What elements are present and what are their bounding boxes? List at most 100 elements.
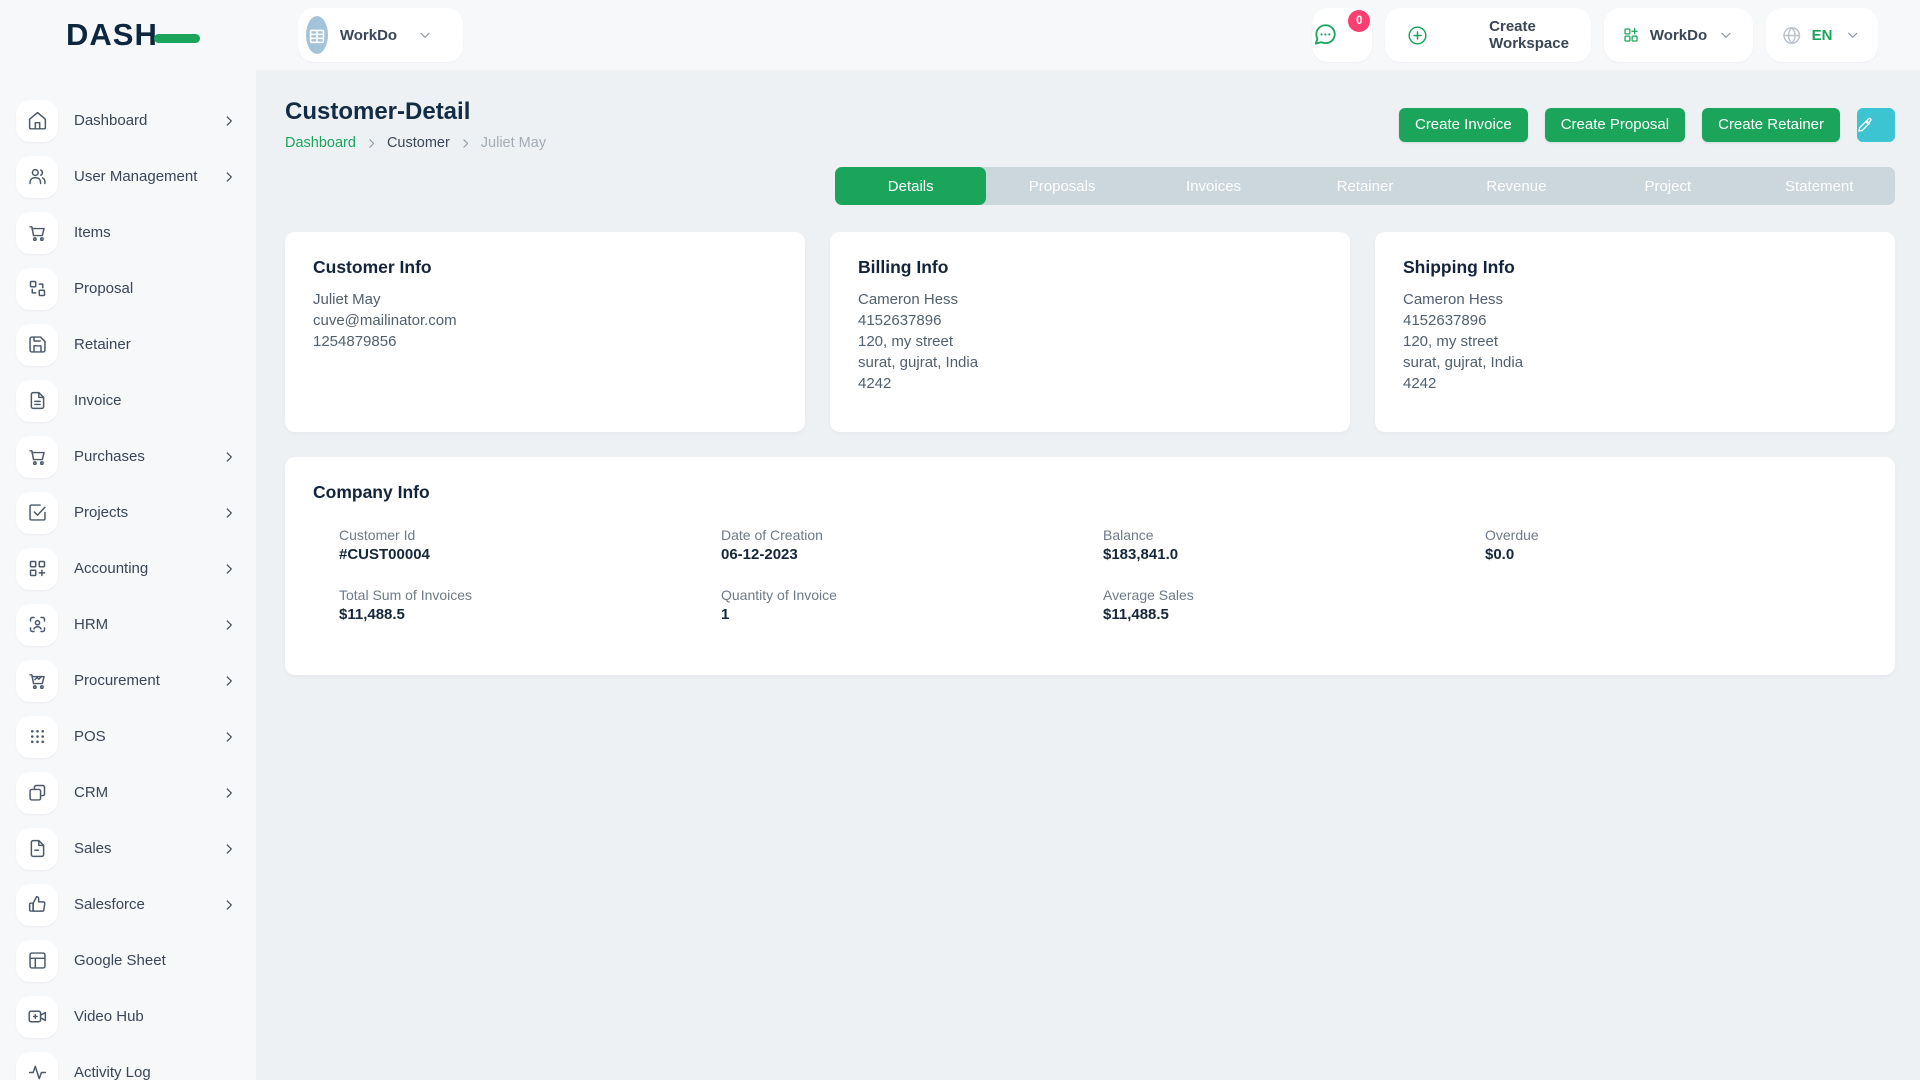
field-value: $183,841.0 <box>1103 546 1485 563</box>
sidebar: Dashboard User Management Items Proposal Ret… <box>0 70 256 1080</box>
tab-revenue[interactable]: Revenue <box>1441 167 1592 205</box>
sidebar-item-label: Invoice <box>74 392 122 409</box>
sidebar-item-label: Purchases <box>74 448 145 465</box>
company-info-card: Company Info Customer Id#CUST00004Date o… <box>285 457 1895 675</box>
customer-info-card: Customer Info Juliet Maycuve@mailinator.… <box>285 232 805 432</box>
sidebar-item-label: Projects <box>74 504 128 521</box>
page-actions: Create Invoice Create Proposal Create Reta… <box>1399 108 1895 142</box>
sidebar-item-procurement[interactable]: Procurement <box>16 658 240 703</box>
breadcrumb: DashboardCustomerJuliet May <box>285 135 546 151</box>
breadcrumb-link-customer[interactable]: Customer <box>387 135 450 151</box>
create-proposal-button[interactable]: Create Proposal <box>1545 108 1685 142</box>
sidebar-item-google-sheet[interactable]: Google Sheet <box>16 938 240 983</box>
sidebar-item-label: User Management <box>74 168 197 185</box>
info-cards-row: Customer Info Juliet Maycuve@mailinator.… <box>285 232 1895 432</box>
info-line: 4152637896 <box>858 310 1322 331</box>
info-line: 120, my street <box>1403 331 1867 352</box>
check-square-icon <box>16 492 58 534</box>
sidebar-item-proposal[interactable]: Proposal <box>16 266 240 311</box>
tab-proposals[interactable]: Proposals <box>986 167 1137 205</box>
sidebar-item-label: Google Sheet <box>74 952 166 969</box>
sidebar-item-label: Dashboard <box>74 112 147 129</box>
dots-grid-icon <box>16 716 58 758</box>
grid-plus-icon <box>1622 25 1640 45</box>
field-value: 1 <box>721 606 1103 623</box>
company-field-quantity-of-invoice: Quantity of Invoice 1 <box>721 587 1103 623</box>
edit-customer-button[interactable] <box>1857 108 1895 142</box>
home-icon <box>16 100 58 142</box>
app-switcher-label: WorkDo <box>1650 27 1707 44</box>
sidebar-item-label: Activity Log <box>74 1064 151 1080</box>
globe-icon <box>1782 24 1802 47</box>
sidebar-item-label: Accounting <box>74 560 148 577</box>
sidebar-item-salesforce[interactable]: Salesforce <box>16 882 240 927</box>
sidebar-item-accounting[interactable]: Accounting <box>16 546 240 591</box>
sidebar-item-pos[interactable]: POS <box>16 714 240 759</box>
sidebar-item-invoice[interactable]: Invoice <box>16 378 240 423</box>
create-invoice-button[interactable]: Create Invoice <box>1399 108 1528 142</box>
sidebar-item-projects[interactable]: Projects <box>16 490 240 535</box>
dash-logo: DASH <box>66 17 200 53</box>
info-line: 4152637896 <box>1403 310 1867 331</box>
info-line: Cameron Hess <box>858 289 1322 310</box>
chevron-right-icon <box>222 618 236 632</box>
sidebar-item-video-hub[interactable]: Video Hub <box>16 994 240 1039</box>
sidebar-item-label: Procurement <box>74 672 160 689</box>
chevron-right-icon <box>222 730 236 744</box>
tab-invoices[interactable]: Invoices <box>1138 167 1289 205</box>
company-field-date-of-creation: Date of Creation06-12-2023 <box>721 527 1103 563</box>
shipping-info-lines: Cameron Hess4152637896120, my streetsura… <box>1403 289 1867 394</box>
sidebar-item-label: Salesforce <box>74 896 145 913</box>
app-switcher-dropdown[interactable]: WorkDo <box>1604 8 1753 62</box>
file-icon <box>16 828 58 870</box>
chevron-right-icon <box>222 506 236 520</box>
sidebar-item-user-management[interactable]: User Management <box>16 154 240 199</box>
field-label: Customer Id <box>339 527 721 543</box>
sidebar-item-purchases[interactable]: Purchases <box>16 434 240 479</box>
card-title: Shipping Info <box>1403 257 1867 278</box>
breadcrumb-link-dashboard[interactable]: Dashboard <box>285 135 356 151</box>
tab-project[interactable]: Project <box>1592 167 1743 205</box>
company-info-grid: Customer Id#CUST00004Date of Creation06-… <box>313 527 1867 623</box>
language-label: EN <box>1812 27 1833 44</box>
copy-icon <box>16 772 58 814</box>
field-value: 06-12-2023 <box>721 546 1103 563</box>
page-head: Customer-Detail DashboardCustomerJuliet … <box>285 98 1895 151</box>
field-label: Balance <box>1103 527 1485 543</box>
tab-statement[interactable]: Statement <box>1744 167 1895 205</box>
card-title: Company Info <box>313 482 1867 503</box>
create-workspace-button[interactable]: Create Workspace <box>1385 8 1591 62</box>
chevron-right-icon <box>222 786 236 800</box>
sidebar-item-sales[interactable]: Sales <box>16 826 240 871</box>
info-line: surat, gujrat, India <box>1403 352 1867 373</box>
tab-retainer[interactable]: Retainer <box>1289 167 1440 205</box>
sidebar-item-activity-log[interactable]: Activity Log <box>16 1050 240 1080</box>
grid-plus-icon <box>16 548 58 590</box>
create-retainer-button[interactable]: Create Retainer <box>1702 108 1840 142</box>
field-value: $11,488.5 <box>1103 606 1485 623</box>
sidebar-item-retainer[interactable]: Retainer <box>16 322 240 367</box>
field-label: Overdue <box>1485 527 1867 543</box>
sidebar-item-label: Sales <box>74 840 112 857</box>
info-line: 120, my street <box>858 331 1322 352</box>
chevron-right-icon <box>222 114 236 128</box>
field-label: Quantity of Invoice <box>721 587 1103 603</box>
create-workspace-label: Create Workspace <box>1489 18 1569 52</box>
info-line: cuve@mailinator.com <box>313 310 777 331</box>
sidebar-item-hrm[interactable]: HRM <box>16 602 240 647</box>
messages-button[interactable]: 0 <box>1312 8 1372 62</box>
header-right: 0 Create Workspace WorkDo EN <box>1312 8 1878 62</box>
save-icon <box>16 324 58 366</box>
sidebar-item-items[interactable]: Items <box>16 210 240 255</box>
sidebar-item-crm[interactable]: CRM <box>16 770 240 815</box>
sidebar-item-dashboard[interactable]: Dashboard <box>16 98 240 143</box>
language-dropdown[interactable]: EN <box>1766 8 1878 62</box>
customer-info-lines: Juliet Maycuve@mailinator.com1254879856 <box>313 289 777 352</box>
info-line: 4242 <box>858 373 1322 394</box>
top-header: DASH WorkDo 0 Create Workspace WorkDo EN <box>0 0 1920 70</box>
workspace-switcher[interactable]: WorkDo <box>298 8 463 62</box>
tab-details[interactable]: Details <box>835 167 986 205</box>
users-icon <box>16 156 58 198</box>
billing-info-card: Billing Info Cameron Hess4152637896120, … <box>830 232 1350 432</box>
chevron-right-icon <box>222 170 236 184</box>
